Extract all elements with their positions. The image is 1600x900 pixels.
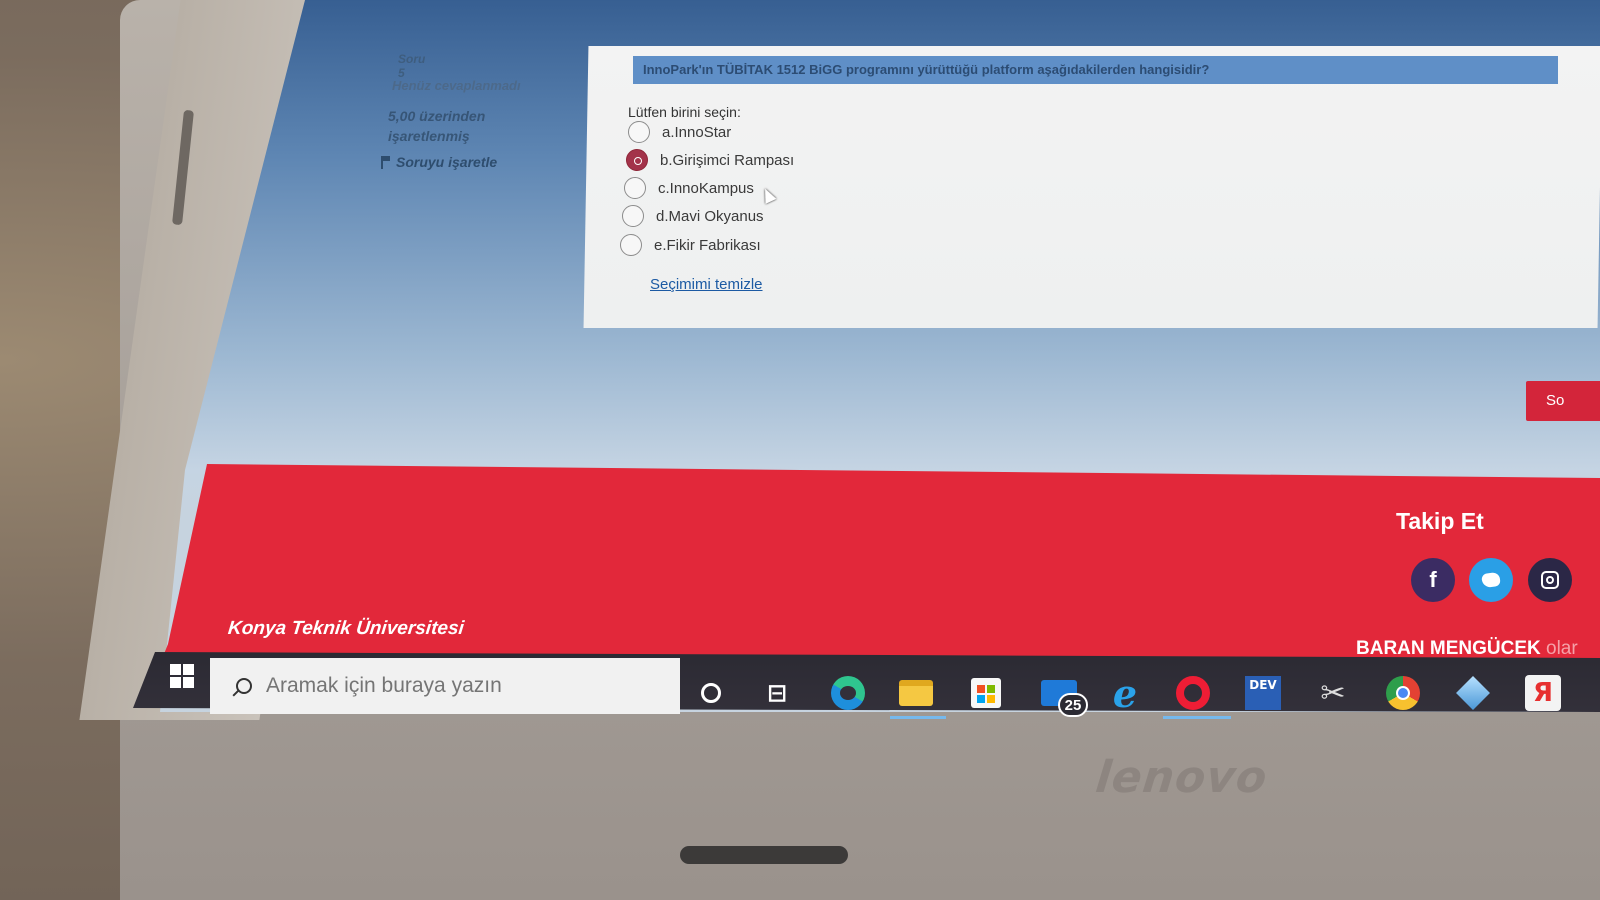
radio-option-b[interactable]: [626, 149, 648, 171]
chrome-icon[interactable]: [1384, 674, 1422, 712]
question-number: Soru 5: [398, 52, 426, 80]
yandex-icon[interactable]: Я: [1524, 674, 1562, 712]
task-view-icon[interactable]: ⊟: [758, 674, 796, 712]
cortana-icon[interactable]: [692, 674, 730, 712]
internet-explorer-icon[interactable]: e: [1106, 671, 1144, 716]
explorer-active-indicator: [890, 716, 946, 719]
mark-line-2: işaretlenmiş: [388, 128, 470, 144]
mail-badge: 25: [1058, 693, 1088, 717]
radio-option-e[interactable]: [620, 234, 642, 256]
twitter-icon[interactable]: [1469, 558, 1513, 602]
dev-cpp-icon[interactable]: DEV: [1244, 674, 1282, 712]
question-mark: 5,00 üzerinden işaretlenmiş: [388, 106, 548, 146]
user-suffix: olar: [1546, 638, 1578, 659]
taskbar-search[interactable]: [210, 658, 680, 714]
instagram-icon[interactable]: [1528, 558, 1572, 602]
option-a[interactable]: a.InnoStar: [628, 121, 731, 143]
opera-icon[interactable]: [1174, 674, 1212, 712]
radio-option-a[interactable]: [628, 121, 650, 143]
file-explorer-icon[interactable]: [897, 674, 935, 712]
taskbar-search-input[interactable]: [266, 674, 646, 698]
flag-question-link[interactable]: Soruyu işaretle: [380, 154, 497, 170]
question-status: Henüz cevaplanmadı: [392, 78, 521, 93]
option-e-label: e.Fikir Fabrikası: [654, 236, 761, 254]
option-d[interactable]: d.Mavi Okyanus: [622, 205, 764, 227]
question-text: InnoPark'ın TÜBİTAK 1512 BiGG programını…: [633, 56, 1558, 84]
facebook-icon[interactable]: f: [1411, 558, 1455, 602]
follow-title: Takip Et: [1396, 508, 1484, 534]
option-b-label: b.Girişimci Rampası: [660, 151, 795, 169]
option-c-label: c.InnoKampus: [658, 179, 754, 197]
option-d-label: d.Mavi Okyanus: [656, 207, 764, 225]
laptop-hinge: [680, 846, 848, 864]
clear-selection-link[interactable]: Seçimimi temizle: [650, 276, 763, 293]
flag-label: Soruyu işaretle: [396, 154, 498, 170]
radio-option-d[interactable]: [622, 205, 644, 227]
university-name: Konya Teknik Üniversitesi: [226, 618, 465, 639]
next-page-button[interactable]: So: [1526, 381, 1600, 421]
option-b[interactable]: b.Girişimci Rampası: [626, 149, 794, 171]
option-c[interactable]: c.InnoKampus: [624, 177, 754, 199]
edge-icon[interactable]: [829, 674, 867, 712]
snipping-tool-icon[interactable]: ✂: [1314, 674, 1352, 712]
opera-active-indicator: [1163, 716, 1231, 719]
option-a-label: a.InnoStar: [662, 123, 732, 141]
flag-icon: [380, 155, 390, 169]
search-icon: [236, 678, 252, 694]
radio-option-c[interactable]: [624, 177, 646, 199]
logged-in-user: BARAN MENGÜCEK olar: [1356, 638, 1578, 660]
cube-app-icon[interactable]: [1454, 674, 1492, 712]
option-e[interactable]: e.Fikir Fabrikası: [620, 234, 761, 256]
store-icon[interactable]: [967, 674, 1005, 712]
brand-logo: lenovo: [1093, 752, 1271, 803]
answer-prompt: Lütfen birini seçin:: [628, 104, 741, 120]
mark-line-1: 5,00 üzerinden: [388, 108, 486, 124]
windows-start-icon[interactable]: [170, 664, 194, 688]
user-name[interactable]: BARAN MENGÜCEK: [1356, 638, 1541, 659]
